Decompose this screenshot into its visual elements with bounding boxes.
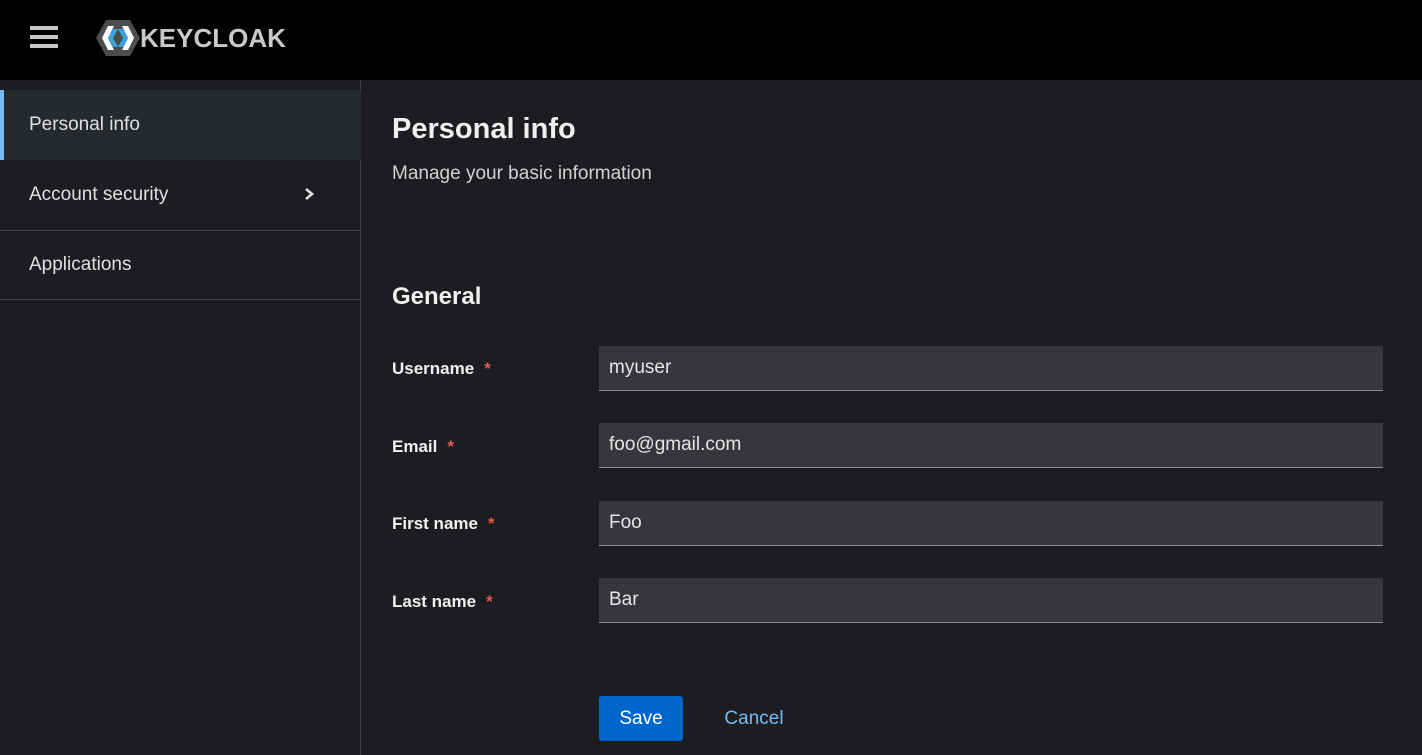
required-marker: * <box>487 514 495 533</box>
sidebar-item-label: Applications <box>29 254 132 275</box>
first-name-input[interactable] <box>599 501 1383 546</box>
sidebar-item-label: Account security <box>29 184 169 205</box>
sidebar-item-account-security[interactable]: Account security <box>0 160 361 230</box>
masthead: KEYCLOAK <box>0 0 1422 80</box>
field-label-text: Username <box>392 359 475 378</box>
main-content: Personal info Manage your basic informat… <box>362 80 1422 755</box>
hamburger-menu-icon[interactable] <box>30 26 58 48</box>
sidebar-item-applications[interactable]: Applications <box>0 230 361 300</box>
first-name-label: First name * <box>392 514 495 534</box>
sidebar: Personal info Account security Applicati… <box>0 80 361 755</box>
field-label-text: Last name <box>392 592 477 611</box>
sidebar-item-label: Personal info <box>29 114 140 135</box>
logo-text: KEYCLOAK <box>140 22 286 53</box>
sidebar-item-personal-info[interactable]: Personal info <box>0 90 361 160</box>
required-marker: * <box>486 592 493 611</box>
section-title-general: General <box>392 283 482 310</box>
page-subtitle: Manage your basic information <box>392 163 652 184</box>
required-marker: * <box>447 437 454 456</box>
keycloak-logo[interactable]: KEYCLOAK <box>94 18 286 58</box>
save-button[interactable]: Save <box>599 696 683 741</box>
required-marker: * <box>484 359 491 378</box>
username-label: Username * <box>392 359 491 379</box>
email-label: Email * <box>392 437 454 457</box>
last-name-label: Last name * <box>392 592 493 612</box>
keycloak-logo-icon <box>96 20 140 56</box>
page-title: Personal info <box>392 113 576 145</box>
email-input[interactable] <box>599 423 1383 468</box>
chevron-right-icon <box>305 188 315 200</box>
last-name-input[interactable] <box>599 578 1383 623</box>
cancel-button[interactable]: Cancel <box>712 696 796 741</box>
username-input[interactable] <box>599 346 1383 391</box>
field-label-text: Email <box>392 437 438 456</box>
field-label-text: First name <box>392 514 478 533</box>
sidebar-divider <box>0 299 361 300</box>
